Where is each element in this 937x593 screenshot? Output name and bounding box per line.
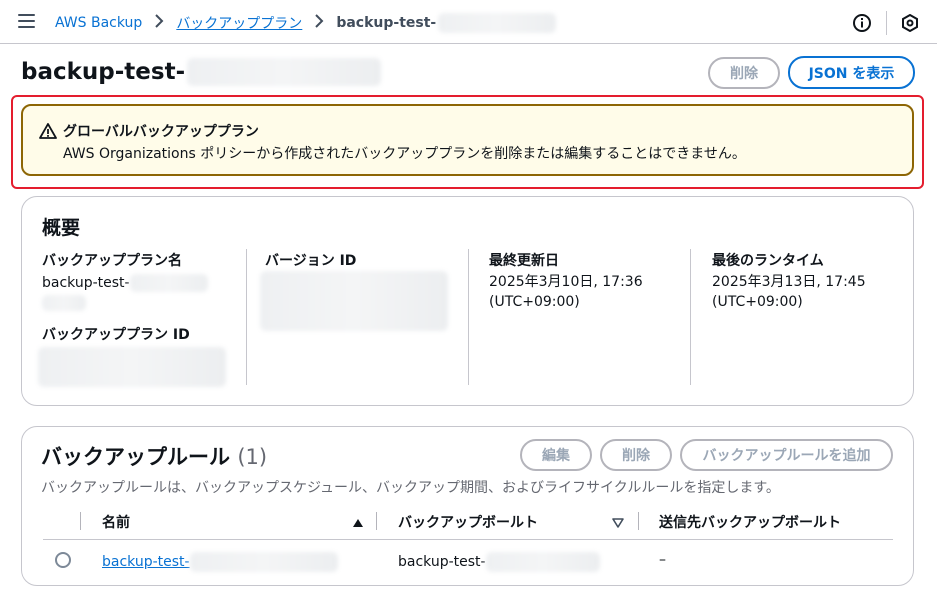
- sort-icon[interactable]: [612, 516, 624, 532]
- breadcrumb-aws-backup[interactable]: AWS Backup: [55, 15, 142, 31]
- delete-plan-button[interactable]: 削除: [708, 57, 780, 89]
- column-divider: [246, 249, 247, 385]
- row-radio-button[interactable]: [55, 552, 71, 568]
- overview-card: 概要 バックアッププラン名 backup-test- バックアッププラン ID …: [21, 196, 914, 406]
- edit-rule-button[interactable]: 編集: [520, 439, 592, 471]
- redacted-text: [189, 552, 338, 572]
- column-divider: [376, 512, 377, 530]
- divider: [886, 11, 887, 35]
- last-runtime-value: 2025年3月13日, 17:45 (UTC+09:00): [712, 272, 866, 312]
- rule-vault-cell: backup-test-: [398, 552, 600, 572]
- rules-title: バックアップルール (1): [41, 441, 267, 471]
- last-updated-value: 2025年3月10日, 17:36 (UTC+09:00): [489, 272, 643, 312]
- column-divider: [638, 512, 639, 530]
- column-header-name[interactable]: 名前: [102, 512, 130, 532]
- redacted-version-id: [260, 271, 448, 331]
- overview-title: 概要: [42, 217, 81, 239]
- rules-count: (1): [237, 445, 268, 469]
- column-divider: [80, 512, 81, 530]
- last-updated-label: 最終更新日: [489, 253, 559, 269]
- redacted-text: [42, 295, 86, 311]
- version-id-label: バージョン ID: [265, 253, 357, 269]
- top-icons: [852, 11, 919, 35]
- redacted-plan-id: [38, 347, 226, 387]
- redacted-text: [129, 274, 208, 292]
- column-divider: [690, 249, 691, 385]
- add-rule-button[interactable]: バックアップルールを追加: [680, 439, 893, 471]
- chevron-right-icon: [310, 14, 328, 32]
- column-header-vault[interactable]: バックアップボールト: [398, 512, 538, 532]
- redacted-text: [485, 552, 600, 572]
- rule-name-link[interactable]: backup-test-: [102, 554, 190, 570]
- chevron-right-icon: [150, 14, 168, 32]
- last-runtime-tz: (UTC+09:00): [712, 294, 803, 310]
- last-updated-date: 2025年3月10日, 17:36: [489, 274, 643, 290]
- page-title: backup-test-: [21, 58, 382, 86]
- breadcrumb-current: backup-test-: [336, 15, 437, 31]
- warning-alert: グローバルバックアッププラン AWS Organizations ポリシーから作…: [21, 104, 914, 176]
- page-title-text: backup-test-: [21, 59, 186, 85]
- rule-destination-cell: –: [659, 552, 666, 568]
- rules-description: バックアップルールは、バックアップスケジュール、バックアップ期間、およびライフサ…: [41, 480, 780, 496]
- last-runtime-label: 最後のランタイム: [712, 253, 824, 269]
- table-divider: [43, 539, 893, 540]
- sort-ascending-icon[interactable]: [352, 516, 364, 532]
- plan-name-label: バックアッププラン名: [42, 253, 182, 269]
- delete-rule-button[interactable]: 削除: [600, 439, 672, 471]
- plan-name-value: backup-test-: [42, 273, 208, 313]
- alert-title: グローバルバックアッププラン: [63, 124, 259, 140]
- menu-icon[interactable]: [18, 14, 35, 28]
- view-json-button[interactable]: JSON を表示: [788, 56, 915, 89]
- info-icon[interactable]: [852, 13, 872, 33]
- plan-name-text: backup-test-: [42, 275, 130, 291]
- breadcrumb-backup-plans[interactable]: バックアッププラン: [176, 13, 302, 33]
- alert-message: AWS Organizations ポリシーから作成されたバックアッププランを削…: [63, 146, 746, 162]
- last-updated-tz: (UTC+09:00): [489, 294, 580, 310]
- warning-icon: [39, 122, 57, 140]
- breadcrumb: AWS Backup バックアッププラン backup-test-: [55, 13, 557, 33]
- top-navigation: AWS Backup バックアッププラン backup-test-: [0, 0, 937, 44]
- plan-id-label: バックアッププラン ID: [42, 327, 190, 343]
- rules-title-text: バックアップルール: [41, 445, 230, 469]
- redacted-text: [438, 13, 557, 33]
- redacted-text: [187, 58, 382, 86]
- column-divider: [468, 249, 469, 385]
- notifications-icon[interactable]: [901, 13, 919, 33]
- column-header-destination[interactable]: 送信先バックアップボールト: [659, 512, 841, 532]
- last-runtime-date: 2025年3月13日, 17:45: [712, 274, 866, 290]
- table-row: backup-test-: [102, 552, 338, 572]
- rule-vault-text: backup-test-: [398, 554, 486, 570]
